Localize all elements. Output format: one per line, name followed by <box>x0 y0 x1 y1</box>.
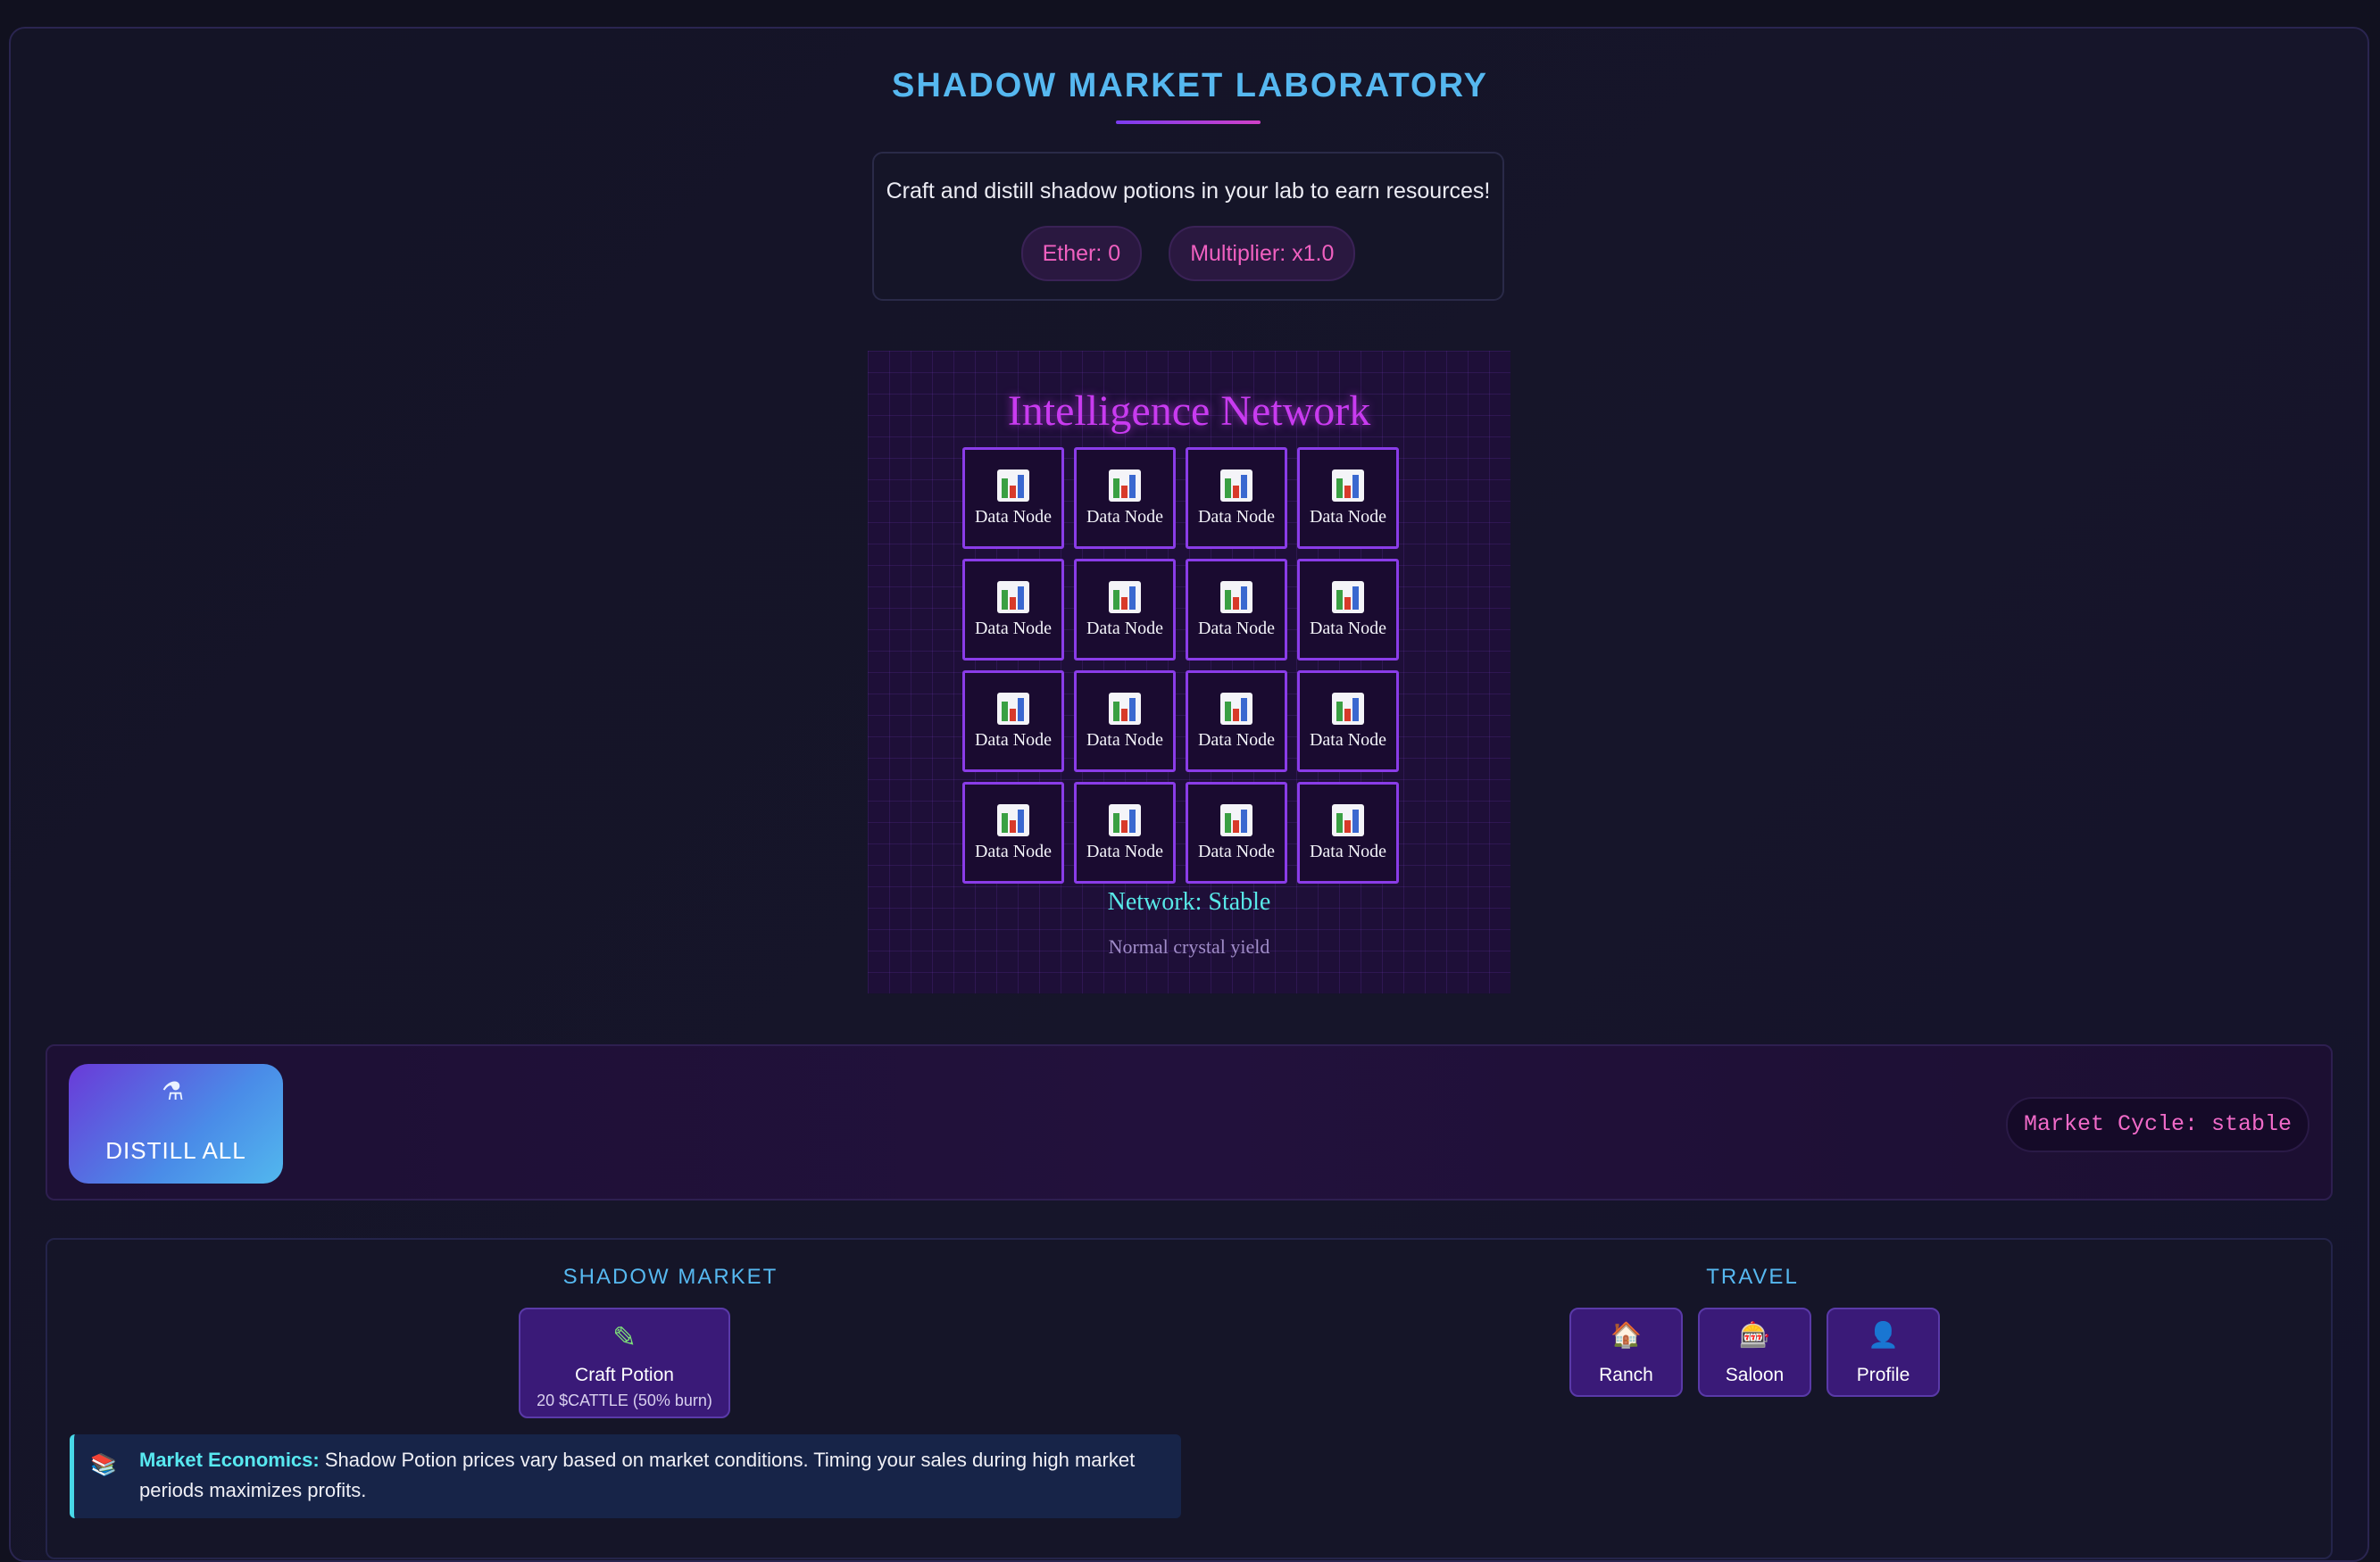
data-node[interactable]: Data Node <box>1297 670 1399 772</box>
bar-chart-icon <box>1332 469 1364 502</box>
network-grid: Data Node Data Node Data Node Data Node Data… <box>962 447 1400 885</box>
title-underline <box>1116 120 1261 124</box>
market-economics-note: 📚 Market Economics: Shadow Potion prices… <box>70 1434 1181 1518</box>
bar-chart-icon <box>997 469 1029 502</box>
network-title: Intelligence Network <box>1007 387 1371 435</box>
data-node[interactable]: Data Node <box>1074 447 1176 549</box>
craft-potion-button[interactable]: ✎ Craft Potion 20 $CATTLE (50% burn) <box>519 1308 730 1418</box>
market-economics-title: Market Economics: <box>139 1449 320 1471</box>
travel-saloon-label: Saloon <box>1725 1365 1785 1385</box>
ether-badge: Ether: 0 <box>1020 226 1143 281</box>
market-economics-text: Market Economics: Shadow Potion prices v… <box>139 1445 1154 1506</box>
data-node-label: Data Node <box>974 729 1053 750</box>
data-node[interactable]: Data Node <box>962 559 1064 661</box>
data-node-label: Data Node <box>974 841 1053 861</box>
test-tube-icon: ✎ <box>612 1321 637 1353</box>
travel-profile-label: Profile <box>1856 1365 1910 1385</box>
data-node-label: Data Node <box>974 506 1053 527</box>
info-card: Craft and distill shadow potions in your… <box>872 152 1504 301</box>
bar-chart-icon <box>1109 580 1141 613</box>
bar-chart-icon <box>997 580 1029 613</box>
data-node[interactable]: Data Node <box>1186 782 1287 884</box>
data-node-label: Data Node <box>1309 618 1387 638</box>
bar-chart-icon <box>1109 803 1141 836</box>
data-node[interactable]: Data Node <box>1074 559 1176 661</box>
network-yield: Normal crystal yield <box>1108 935 1270 958</box>
distill-all-button[interactable]: ⚗ DISTILL ALL <box>69 1064 283 1184</box>
data-node-label: Data Node <box>1197 506 1276 527</box>
intelligence-network-panel: Intelligence Network Data Node Data Node D… <box>868 351 1510 993</box>
data-node[interactable]: Data Node <box>962 670 1064 772</box>
bar-chart-icon <box>1332 580 1364 613</box>
books-icon: 📚 <box>90 1453 117 1477</box>
bar-chart-icon <box>1220 580 1252 613</box>
data-node[interactable]: Data Node <box>1186 559 1287 661</box>
data-node-label: Data Node <box>1197 729 1276 750</box>
data-node-label: Data Node <box>1309 506 1387 527</box>
data-node[interactable]: Data Node <box>1297 559 1399 661</box>
data-node-label: Data Node <box>1197 618 1276 638</box>
bottom-panel: SHADOW MARKET ✎ Craft Potion 20 $CATTLE … <box>46 1238 2333 1559</box>
data-node-label: Data Node <box>1086 506 1164 527</box>
house-icon: 🏠 <box>1610 1321 1642 1349</box>
data-node[interactable]: Data Node <box>1186 670 1287 772</box>
multiplier-badge: Multiplier: x1.0 <box>1169 226 1356 281</box>
market-cycle-badge: Market Cycle: stable <box>2005 1097 2309 1152</box>
travel-ranch-button[interactable]: 🏠 Ranch <box>1569 1308 1683 1397</box>
bar-chart-icon <box>1332 803 1364 836</box>
user-icon: 👤 <box>1868 1321 1899 1349</box>
page-title: SHADOW MARKET LABORATORY <box>892 67 1488 104</box>
data-node[interactable]: Data Node <box>1186 447 1287 549</box>
bar-chart-icon <box>1220 692 1252 725</box>
travel-heading: TRAVEL <box>1706 1265 1799 1289</box>
data-node-label: Data Node <box>1086 729 1164 750</box>
craft-potion-label: Craft Potion <box>575 1365 674 1385</box>
bar-chart-icon <box>1220 803 1252 836</box>
data-node[interactable]: Data Node <box>962 447 1064 549</box>
bar-chart-icon <box>1220 469 1252 502</box>
data-node[interactable]: Data Node <box>1074 782 1176 884</box>
network-status: Network: Stable <box>1107 888 1271 916</box>
data-node-label: Data Node <box>974 618 1053 638</box>
data-node-label: Data Node <box>1309 841 1387 861</box>
flask-icon: ⚗ <box>162 1077 185 1105</box>
data-node[interactable]: Data Node <box>1297 782 1399 884</box>
bar-chart-icon <box>997 692 1029 725</box>
action-bar: ⚗ DISTILL ALL Market Cycle: stable <box>46 1044 2333 1201</box>
craft-potion-cost: 20 $CATTLE (50% burn) <box>537 1392 712 1409</box>
slot-machine-icon: 🎰 <box>1739 1321 1770 1349</box>
bar-chart-icon <box>1109 469 1141 502</box>
travel-ranch-label: Ranch <box>1599 1365 1653 1385</box>
travel-profile-button[interactable]: 👤 Profile <box>1827 1308 1940 1397</box>
data-node-label: Data Node <box>1086 841 1164 861</box>
data-node-label: Data Node <box>1197 841 1276 861</box>
bar-chart-icon <box>1109 692 1141 725</box>
distill-all-label: DISTILL ALL <box>105 1137 246 1164</box>
shadow-market-heading: SHADOW MARKET <box>562 1265 778 1289</box>
data-node-label: Data Node <box>1086 618 1164 638</box>
bar-chart-icon <box>1332 692 1364 725</box>
data-node[interactable]: Data Node <box>962 782 1064 884</box>
bar-chart-icon <box>997 803 1029 836</box>
data-node[interactable]: Data Node <box>1297 447 1399 549</box>
travel-saloon-button[interactable]: 🎰 Saloon <box>1698 1308 1811 1397</box>
info-text: Craft and distill shadow potions in your… <box>886 179 1491 204</box>
data-node-label: Data Node <box>1309 729 1387 750</box>
data-node[interactable]: Data Node <box>1074 670 1176 772</box>
